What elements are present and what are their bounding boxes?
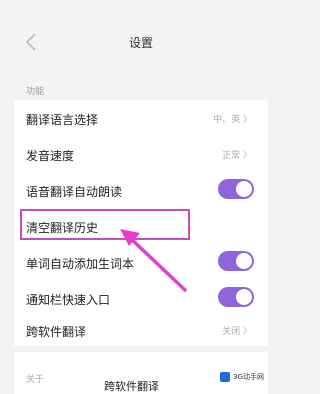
section-label-function: 功能 bbox=[26, 87, 45, 97]
watermark-logo-icon bbox=[220, 372, 231, 382]
voice-auto-read-toggle[interactable] bbox=[218, 179, 254, 199]
highlight-box bbox=[20, 209, 190, 240]
toggle-knob bbox=[236, 289, 252, 305]
page-title: 设置 bbox=[128, 36, 153, 50]
row-label: 通知栏快速入口 bbox=[26, 293, 111, 307]
row-notification-entry: 通知栏快速入口 bbox=[14, 280, 268, 316]
header-bar: 设置 bbox=[0, 0, 282, 70]
row-label: 发音速度 bbox=[26, 149, 75, 163]
caption-text: 跨软件翻译 bbox=[104, 380, 159, 393]
row-cross-app-translate[interactable]: 跨软件翻译 关闭 〉 bbox=[14, 312, 268, 348]
row-translate-language[interactable]: 翻译语言选择 中、英 〉 bbox=[14, 100, 268, 136]
row-value: 正常 〉 bbox=[222, 151, 252, 161]
section-label-about: 关于 bbox=[26, 375, 45, 385]
watermark: 3G动手网 bbox=[220, 372, 264, 382]
watermark-text: 3G动手网 bbox=[233, 373, 264, 381]
notification-entry-toggle[interactable] bbox=[218, 287, 254, 307]
row-label: 单词自动添加生词本 bbox=[26, 257, 135, 271]
toggle-knob bbox=[236, 181, 252, 197]
row-voice-auto-read: 语音翻译自动朗读 bbox=[14, 172, 268, 208]
add-to-wordbook-toggle[interactable] bbox=[218, 251, 254, 271]
row-label: 翻译语言选择 bbox=[26, 113, 99, 127]
row-label: 跨软件翻译 bbox=[26, 325, 87, 339]
row-value: 中、英 〉 bbox=[213, 115, 252, 125]
toggle-knob bbox=[236, 253, 252, 269]
row-add-to-wordbook: 单词自动添加生词本 bbox=[14, 244, 268, 280]
row-value: 关闭 〉 bbox=[222, 327, 252, 337]
row-label: 语音翻译自动朗读 bbox=[26, 185, 123, 199]
row-speech-speed[interactable]: 发音速度 正常 〉 bbox=[14, 136, 268, 172]
